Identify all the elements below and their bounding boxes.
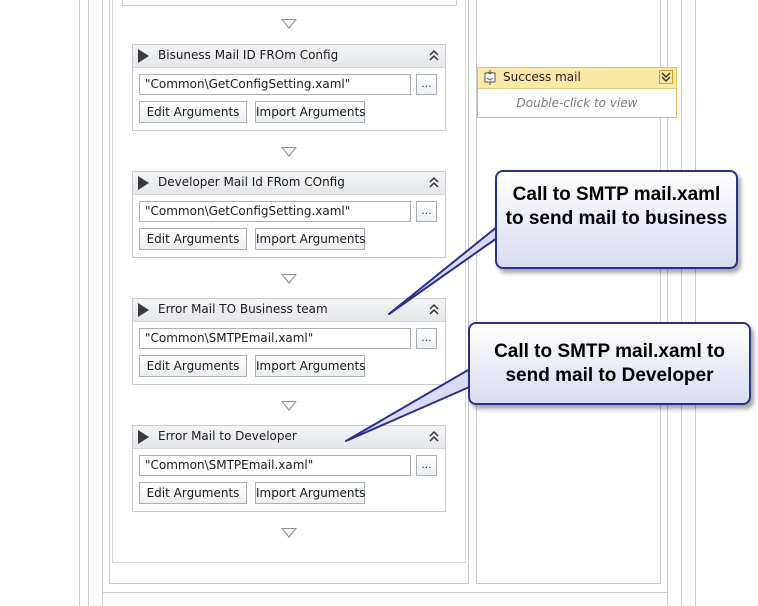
callout-business: Call to SMTP mail.xaml to send mail to b… [495,170,738,269]
callout-pointer-developer [345,365,476,442]
callout-pointer-business [388,221,504,315]
callout-developer: Call to SMTP mail.xaml to send mail to D… [468,322,751,405]
callout-pointers [345,221,504,442]
